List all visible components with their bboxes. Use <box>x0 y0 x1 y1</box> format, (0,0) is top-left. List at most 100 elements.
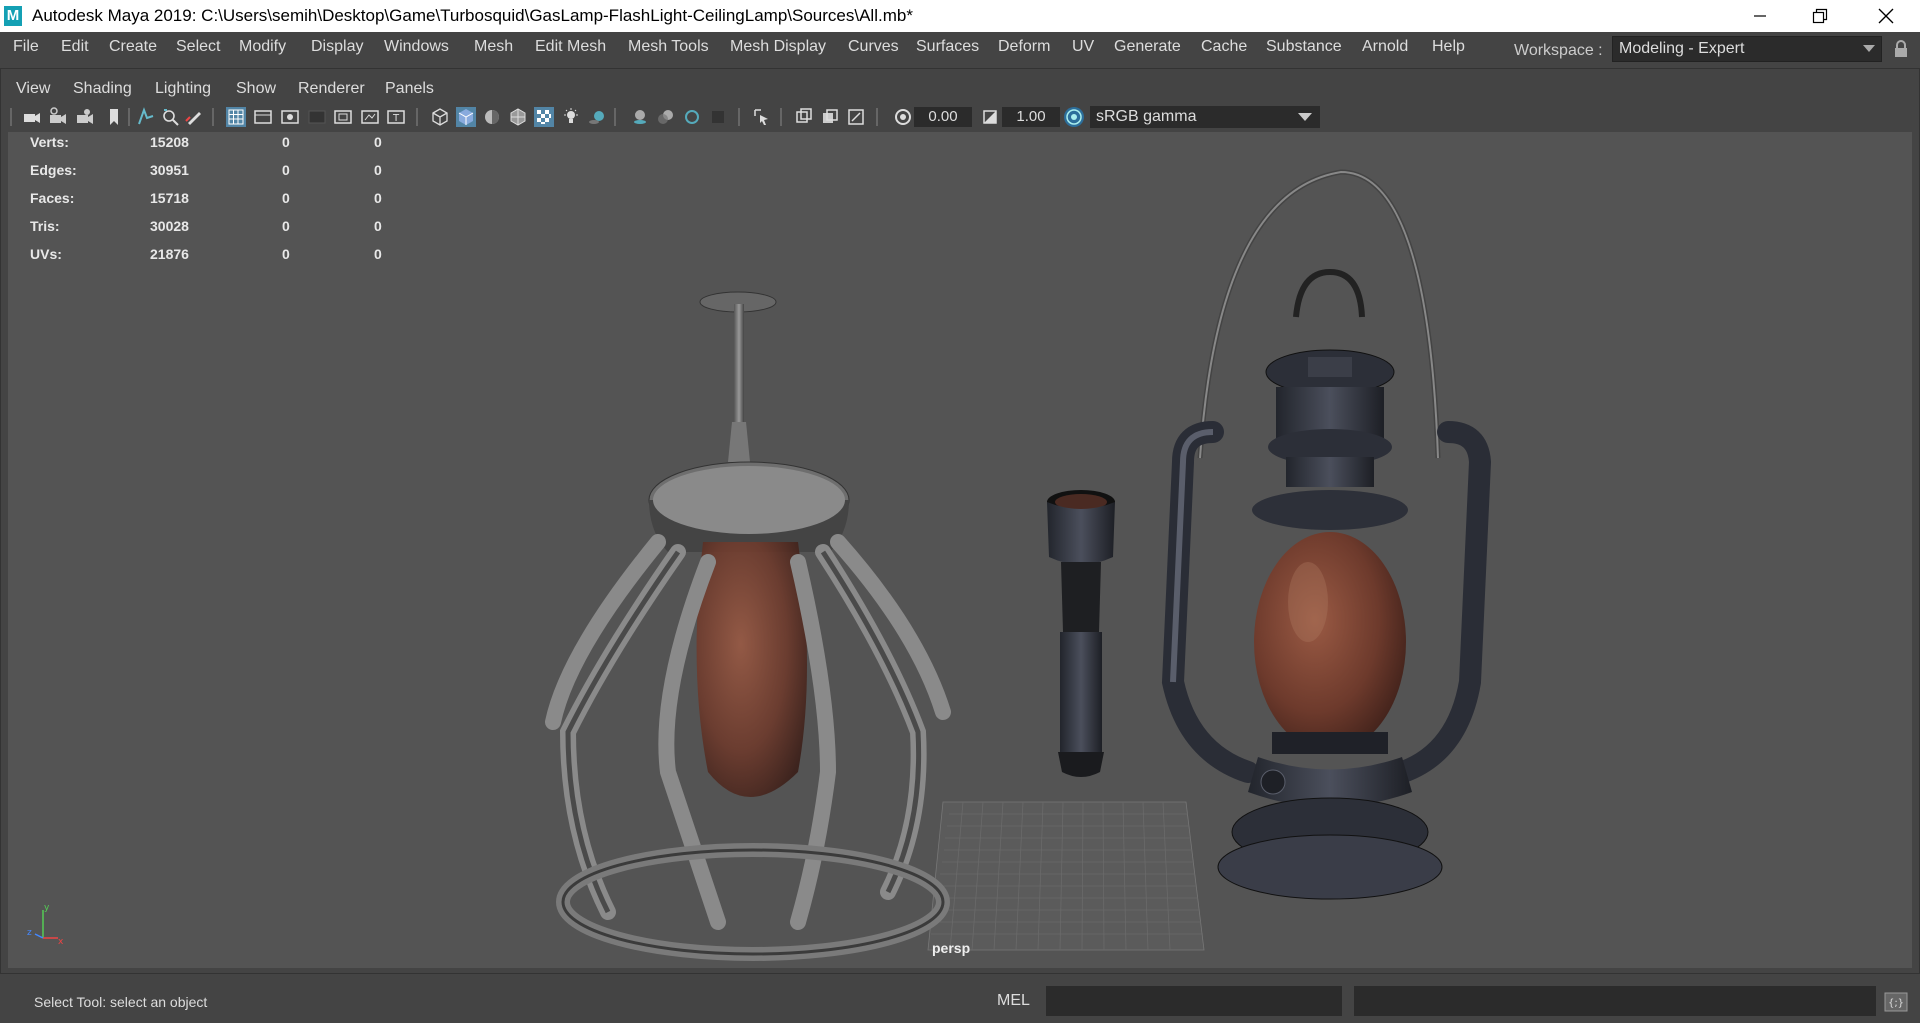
menu-mesh-tools[interactable]: Mesh Tools <box>628 38 709 56</box>
xray-components-icon[interactable] <box>846 107 866 127</box>
workspace-value: Modeling - Expert <box>1619 40 1745 57</box>
hud-value: 0 <box>282 246 290 262</box>
viewport-scene <box>545 169 1492 961</box>
default-material-icon[interactable] <box>482 107 502 127</box>
menu-generate[interactable]: Generate <box>1114 38 1181 56</box>
color-management-toggle-icon[interactable] <box>1064 107 1084 127</box>
menu-create[interactable]: Create <box>109 38 157 56</box>
lock-camera-icon[interactable] <box>48 107 68 127</box>
exposure-field[interactable]: 0.00 <box>914 107 972 127</box>
hud-value: 0 <box>374 218 382 234</box>
safe-title-icon[interactable]: T <box>386 107 406 127</box>
hud-value: 30028 <box>150 218 189 234</box>
command-line-input[interactable] <box>1046 986 1342 1016</box>
multisample-aa-icon[interactable] <box>682 107 702 127</box>
wireframe-cube-icon[interactable] <box>430 107 450 127</box>
hud-label: UVs: <box>30 246 62 262</box>
gate-mask-icon[interactable] <box>307 107 327 127</box>
ground-grid <box>927 801 1205 951</box>
status-bar: Select Tool: select an object MEL {;} <box>0 978 1920 1023</box>
shadows-icon[interactable] <box>587 107 607 127</box>
axis-y-label: y <box>44 903 50 913</box>
gamma-icon[interactable] <box>980 107 1000 127</box>
flashlight-model[interactable] <box>1047 490 1115 777</box>
xray-icon[interactable] <box>794 107 814 127</box>
perspective-viewport[interactable]: Verts: 15208 0 0 Edges: 30951 0 0 Faces:… <box>8 132 1912 968</box>
gas-lantern-model[interactable] <box>1161 169 1492 900</box>
chevron-down-icon <box>1298 113 1312 121</box>
panel-menu-view[interactable]: View <box>16 80 50 98</box>
menu-curves[interactable]: Curves <box>848 38 899 56</box>
menu-substance[interactable]: Substance <box>1266 38 1342 56</box>
menu-select[interactable]: Select <box>176 38 220 56</box>
menu-windows[interactable]: Windows <box>384 38 449 56</box>
camera-attributes-icon[interactable] <box>75 107 95 127</box>
hud-label: Faces: <box>30 190 75 206</box>
grease-pencil-icon[interactable] <box>184 107 204 127</box>
workspace-dropdown[interactable]: Modeling - Expert <box>1612 36 1882 62</box>
2d-pan-zoom-icon[interactable] <box>161 107 181 127</box>
image-plane-icon[interactable] <box>136 107 156 127</box>
gamma-field[interactable]: 1.00 <box>1002 107 1060 127</box>
menu-mesh-display[interactable]: Mesh Display <box>730 38 826 56</box>
smooth-shade-cube-icon[interactable] <box>456 107 476 127</box>
viewport-toolbar: T 0.00 1.00 sRGB gamma <box>0 102 1920 132</box>
safe-action-icon[interactable] <box>360 107 380 127</box>
exposure-icon[interactable] <box>893 107 913 127</box>
panel-menu-show[interactable]: Show <box>236 80 276 98</box>
field-chart-icon[interactable] <box>333 107 353 127</box>
hud-label: Tris: <box>30 218 60 234</box>
menu-deform[interactable]: Deform <box>998 38 1050 56</box>
grid-icon[interactable] <box>226 107 246 127</box>
hud-value: 15718 <box>150 190 189 206</box>
view-transform-value: sRGB gamma <box>1096 108 1197 125</box>
menu-surfaces[interactable]: Surfaces <box>916 38 979 56</box>
minimize-icon <box>1754 15 1766 17</box>
script-language-toggle[interactable]: MEL <box>997 992 1030 1010</box>
use-all-lights-icon[interactable] <box>561 107 581 127</box>
view-transform-dropdown[interactable]: sRGB gamma <box>1090 106 1320 128</box>
menu-display[interactable]: Display <box>311 38 363 56</box>
resolution-gate-icon[interactable] <box>280 107 300 127</box>
svg-text:T: T <box>392 113 400 124</box>
script-editor-icon[interactable]: {;} <box>1884 992 1908 1012</box>
menu-edit[interactable]: Edit <box>61 38 89 56</box>
panel-menu-bar: View Shading Lighting Show Renderer Pane… <box>0 74 1920 102</box>
screen-space-ao-icon[interactable] <box>630 107 650 127</box>
select-camera-icon[interactable] <box>22 107 42 127</box>
hud-value: 21876 <box>150 246 189 262</box>
hud-label: Edges: <box>30 162 77 178</box>
panel-menu-lighting[interactable]: Lighting <box>155 80 211 98</box>
menu-modify[interactable]: Modify <box>239 38 286 56</box>
workspace-label: Workspace : <box>1514 42 1603 59</box>
ceiling-lamp-model[interactable] <box>545 291 951 961</box>
axis-x-label: x <box>58 937 64 947</box>
menu-file[interactable]: File <box>13 38 39 56</box>
restore-button[interactable] <box>1790 0 1850 32</box>
film-gate-icon[interactable] <box>253 107 273 127</box>
hud-value: 15208 <box>150 134 189 150</box>
menu-cache[interactable]: Cache <box>1201 38 1247 56</box>
textured-icon[interactable] <box>534 107 554 127</box>
minimize-button[interactable] <box>1730 0 1790 32</box>
panel-menu-shading[interactable]: Shading <box>73 80 132 98</box>
hud-value: 0 <box>282 162 290 178</box>
close-button[interactable] <box>1856 0 1916 32</box>
wireframe-on-shaded-icon[interactable] <box>508 107 528 127</box>
depth-of-field-icon[interactable] <box>708 107 728 127</box>
menu-uv[interactable]: UV <box>1072 38 1094 56</box>
xray-joints-icon[interactable] <box>820 107 840 127</box>
menu-help[interactable]: Help <box>1432 38 1465 56</box>
menu-arnold[interactable]: Arnold <box>1362 38 1408 56</box>
isolate-select-icon[interactable] <box>752 107 772 127</box>
bookmark-icon[interactable] <box>104 107 124 127</box>
panel-menu-panels[interactable]: Panels <box>385 80 434 98</box>
camera-name-label: persp <box>932 940 971 956</box>
toolbar-separator <box>212 108 214 126</box>
lock-icon[interactable] <box>1894 40 1908 58</box>
menu-edit-mesh[interactable]: Edit Mesh <box>535 38 606 56</box>
motion-blur-icon[interactable] <box>656 107 676 127</box>
panel-menu-renderer[interactable]: Renderer <box>298 80 365 98</box>
menu-mesh[interactable]: Mesh <box>474 38 513 56</box>
toolbar-separator <box>416 108 418 126</box>
